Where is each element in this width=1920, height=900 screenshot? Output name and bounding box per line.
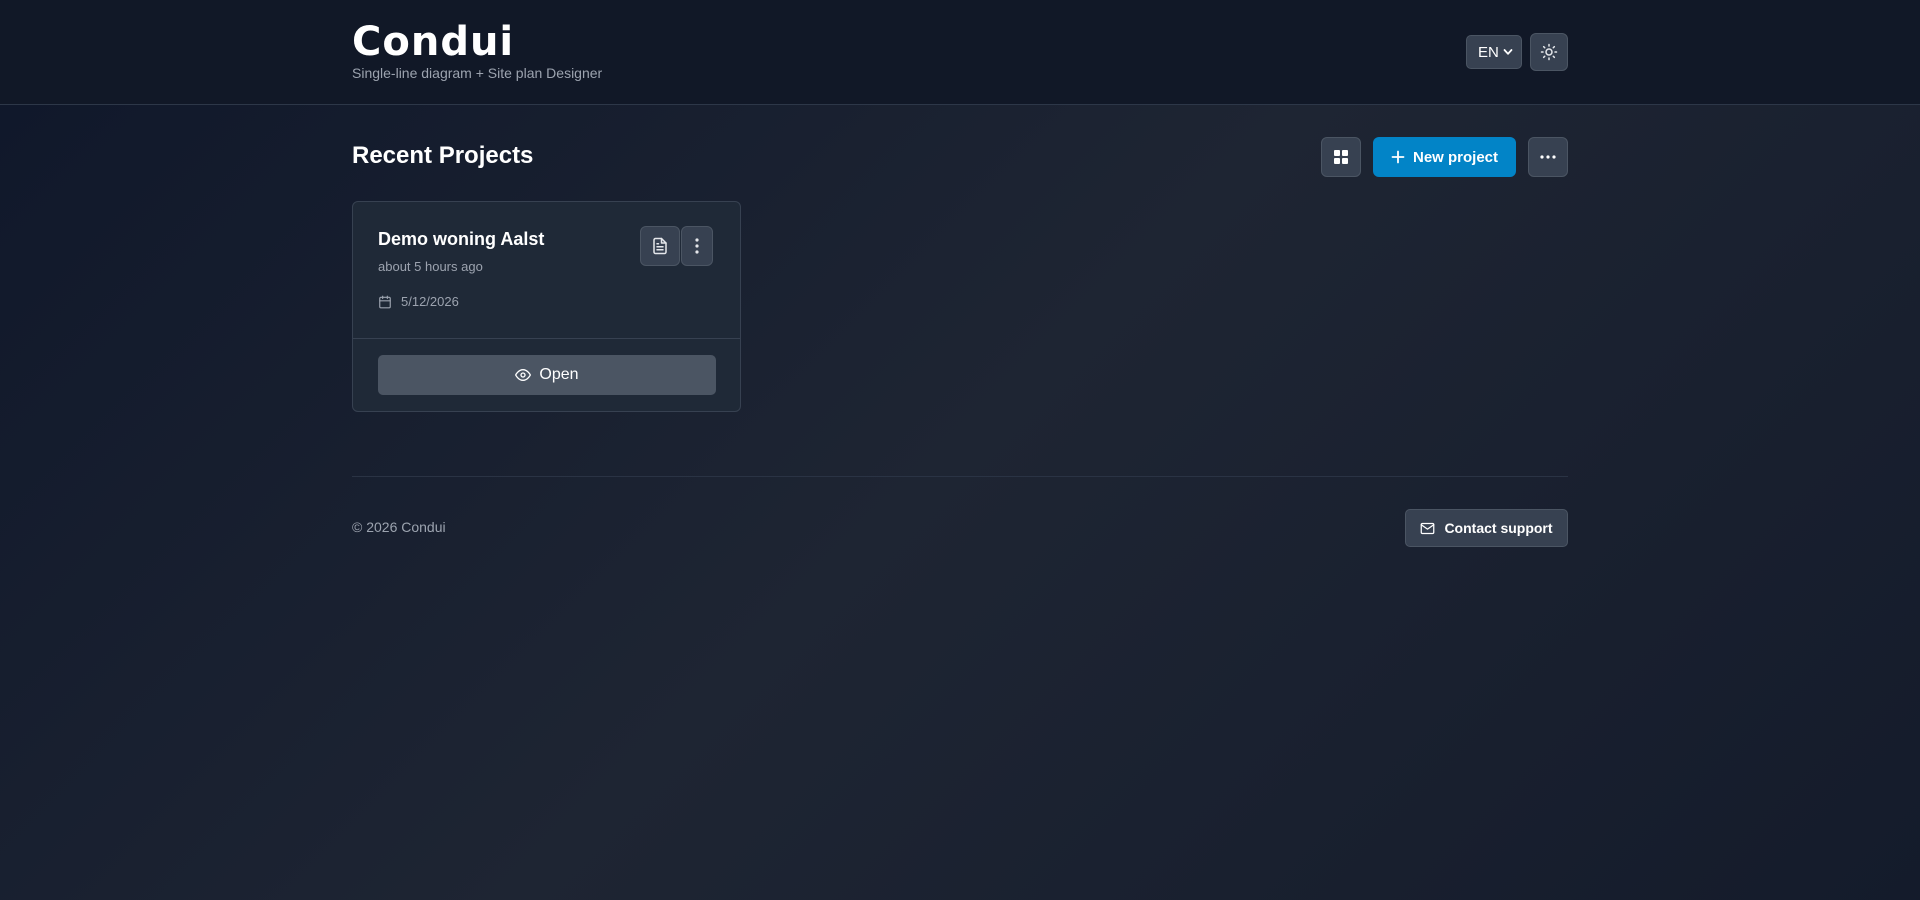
page-title: Recent Projects bbox=[352, 142, 534, 169]
footer-divider bbox=[352, 476, 1568, 477]
project-document-button[interactable] bbox=[640, 226, 680, 266]
document-icon bbox=[653, 237, 667, 255]
eye-icon bbox=[515, 369, 532, 381]
language-value: EN bbox=[1478, 43, 1499, 61]
language-select[interactable]: EN bbox=[1466, 35, 1522, 69]
app-header: Condui Single-line diagram + Site plan D… bbox=[0, 0, 1920, 105]
project-updated: about 5 hours ago bbox=[378, 259, 483, 274]
new-project-button[interactable]: New project bbox=[1373, 137, 1516, 177]
grid-view-button[interactable] bbox=[1321, 137, 1361, 177]
ellipsis-icon bbox=[1540, 155, 1556, 159]
card-divider bbox=[353, 338, 740, 339]
copyright: © 2026 Condui bbox=[352, 519, 446, 535]
more-options-button[interactable] bbox=[1528, 137, 1568, 177]
vertical-ellipsis-icon bbox=[695, 238, 699, 254]
project-name[interactable]: Demo woning Aalst bbox=[378, 229, 544, 250]
sun-icon bbox=[1540, 43, 1558, 61]
contact-support-button[interactable]: Contact support bbox=[1405, 509, 1568, 547]
app-logo[interactable]: Condui bbox=[352, 20, 602, 64]
theme-toggle-button[interactable] bbox=[1530, 33, 1568, 71]
project-date: 5/12/2026 bbox=[401, 294, 459, 309]
brand: Condui Single-line diagram + Site plan D… bbox=[352, 20, 602, 82]
contact-support-label: Contact support bbox=[1444, 520, 1553, 536]
project-date-row: 5/12/2026 bbox=[378, 294, 459, 309]
project-menu-button[interactable] bbox=[681, 226, 713, 266]
plus-icon bbox=[1391, 150, 1405, 164]
open-project-button[interactable]: Open bbox=[378, 355, 716, 395]
new-project-label: New project bbox=[1412, 148, 1499, 166]
calendar-icon bbox=[379, 295, 391, 308]
app-subtitle: Single-line diagram + Site plan Designer bbox=[352, 65, 603, 81]
mail-icon bbox=[1421, 522, 1435, 534]
open-label: Open bbox=[539, 366, 579, 383]
chevron-down-icon bbox=[1503, 49, 1513, 55]
project-card: Demo woning Aalst about 5 hours ago 5/12… bbox=[352, 201, 741, 412]
grid-icon bbox=[1334, 150, 1348, 164]
